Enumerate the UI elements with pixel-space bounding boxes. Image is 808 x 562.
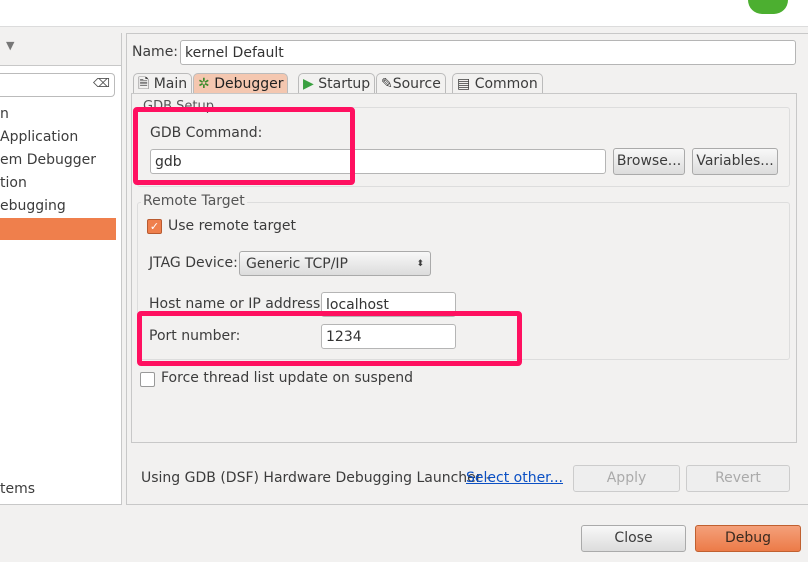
tree-item[interactable]: ebugging <box>0 198 66 214</box>
launcher-text: Using GDB (DSF) Hardware Debugging Launc… <box>141 470 492 486</box>
launch-config-tree <box>0 33 122 505</box>
name-label: Name: <box>132 44 179 60</box>
highlight-gdb <box>133 107 355 185</box>
tree-item[interactable]: Application <box>0 129 78 145</box>
remote-target-label: Remote Target <box>141 193 247 209</box>
bug-icon: ✲ <box>198 76 210 92</box>
tree-item-selected[interactable] <box>0 218 116 240</box>
play-icon: ▶ <box>303 76 314 92</box>
tab-startup[interactable]: ▶ Startup <box>298 73 376 94</box>
tab-common[interactable]: ▤ Common <box>452 73 543 94</box>
host-label: Host name or IP address: <box>149 296 325 312</box>
source-icon: ✎ <box>381 76 393 92</box>
select-other-link[interactable]: Select other... <box>466 470 563 486</box>
document-icon: 🗎 <box>138 76 150 92</box>
tree-item[interactable]: tems <box>0 481 35 497</box>
jtag-device-select[interactable]: Generic TCP/IP ⬍ <box>239 251 431 276</box>
force-thread-checkbox[interactable] <box>140 372 155 387</box>
close-button[interactable]: Close <box>581 525 686 552</box>
name-input[interactable] <box>180 40 796 65</box>
force-thread-label: Force thread list update on suspend <box>161 370 414 386</box>
updown-icon: ⬍ <box>416 259 424 269</box>
jtag-device-label: JTAG Device: <box>149 255 238 271</box>
tree-item[interactable]: em Debugger <box>0 152 96 168</box>
tab-source[interactable]: ✎Source <box>376 73 446 94</box>
debug-button[interactable]: Debug <box>695 525 801 552</box>
browse-button[interactable]: Browse... <box>613 148 685 175</box>
apply-button[interactable]: Apply <box>573 465 680 492</box>
tree-item[interactable]: n <box>0 106 9 122</box>
highlight-port <box>137 311 522 366</box>
tab-main[interactable]: 🗎 Main <box>133 73 193 94</box>
tab-debugger[interactable]: ✲ Debugger <box>193 73 289 94</box>
use-remote-checkbox[interactable]: ✓ <box>147 219 162 234</box>
tree-toolbar: ▼ <box>0 33 121 66</box>
chevron-down-icon[interactable]: ▼ <box>6 39 14 52</box>
dialog-header <box>0 0 808 27</box>
tree-item[interactable]: tion <box>0 175 27 191</box>
table-icon: ▤ <box>457 76 471 92</box>
use-remote-label: Use remote target <box>168 218 296 234</box>
variables-button[interactable]: Variables... <box>692 148 778 175</box>
revert-button[interactable]: Revert <box>686 465 790 492</box>
clear-icon[interactable]: ⌫ <box>93 76 110 90</box>
filter-input[interactable]: ⌫ <box>0 73 115 97</box>
